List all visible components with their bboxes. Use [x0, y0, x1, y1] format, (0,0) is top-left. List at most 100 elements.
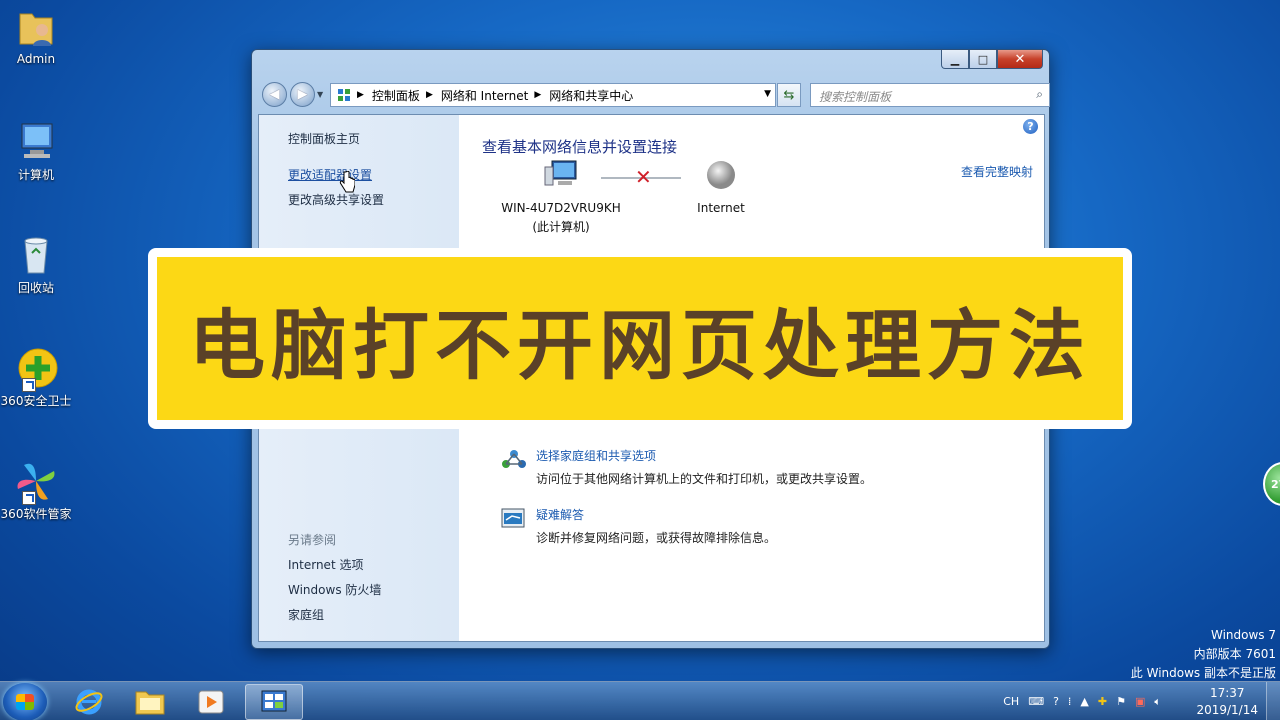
close-button[interactable]: ✕ [997, 50, 1043, 69]
media-player-icon [198, 690, 224, 714]
control-panel-window-icon [261, 690, 287, 712]
help-button[interactable]: ? [1023, 119, 1038, 134]
troubleshoot-icon [501, 508, 525, 528]
window-controls: ▁ □ ✕ [941, 50, 1043, 69]
maximize-icon: □ [977, 52, 989, 66]
watermark-line: 内部版本 7601 [1193, 647, 1276, 661]
shortcut-arrow-icon [22, 378, 36, 392]
globe-icon[interactable] [705, 159, 737, 191]
desktop-icon-label: Admin [16, 52, 56, 66]
navigation-bar: ◀ ▶ ▼ ▶ 控制面板 ▶ 网络和 Internet ▶ 网络和共享中心 ▼ … [260, 80, 1050, 108]
desktop-icon-360-software[interactable]: 360软件管家 [0, 459, 72, 522]
homegroup-icon [502, 450, 526, 468]
system-clock[interactable]: 17:37 2019/1/14 [1196, 685, 1258, 719]
360-tray-icon[interactable]: ✚ [1098, 695, 1107, 708]
360-software-manager-icon [14, 459, 58, 505]
title-banner: 电脑打不开网页处理方法 [148, 248, 1132, 429]
this-computer-icon[interactable] [544, 159, 580, 189]
360-safe-icon [14, 346, 58, 392]
banner-title: 电脑打不开网页处理方法 [189, 300, 1091, 390]
link-control-panel-home[interactable]: 控制面板主页 [288, 130, 360, 147]
link-view-full-map[interactable]: 查看完整映射 [961, 163, 1033, 180]
history-dropdown-icon[interactable]: ▼ [317, 90, 323, 99]
side-gadget-text: 27 [1271, 478, 1280, 491]
volume-icon[interactable]: 🔈︎ [1154, 695, 1161, 709]
language-indicator[interactable]: CH [1003, 695, 1019, 708]
breadcrumb-separator-icon: ▶ [534, 90, 542, 100]
clock-date: 2019/1/14 [1196, 703, 1258, 717]
taskbar-control-panel[interactable] [245, 684, 303, 720]
side-gadget[interactable]: 27 [1263, 462, 1280, 506]
search-input[interactable]: 搜索控制面板 ⌕ [810, 83, 1050, 107]
forward-button[interactable]: ▶ [290, 82, 315, 107]
breadcrumb-separator-icon: ▶ [357, 90, 364, 100]
desktop-icon-360-safe[interactable]: 360安全卫士 [0, 346, 72, 409]
help-icon: ? [1027, 120, 1034, 133]
windows-activation-watermark: Windows 7 内部版本 7601 此 Windows 副本不是正版 [1131, 626, 1276, 683]
control-panel-icon [338, 89, 350, 101]
desktop-icon-label: 计算机 [17, 168, 54, 182]
keyboard-icon[interactable]: ⌨ [1028, 695, 1044, 708]
refresh-icon: ⇆ [783, 87, 795, 103]
desktop-icon-computer[interactable]: 计算机 [0, 120, 72, 183]
taskbar-media-player[interactable] [182, 684, 240, 720]
desktop-icon-label: 360软件管家 [0, 507, 72, 521]
page-title: 查看基本网络信息并设置连接 [482, 138, 678, 156]
taskbar: CH ⌨ ? ⁞ ▲ ✚ ⚑ ▣ 🔈︎ 17:37 2019/1/14 [0, 681, 1280, 720]
link-change-adapter-settings[interactable]: 更改适配器设置 [288, 166, 372, 183]
task-description: 诊断并修复网络问题，或获得故障排除信息。 [536, 531, 777, 545]
minimize-button[interactable]: ▁ [941, 50, 969, 69]
desktop-icon-admin[interactable]: Admin [0, 6, 72, 66]
breadcrumb-separator-icon: ▶ [425, 90, 433, 100]
computer-subtitle: (此计算机) [532, 220, 590, 234]
internet-explorer-icon [75, 689, 103, 715]
task-description: 访问位于其他网络计算机上的文件和打印机，或更改共享设置。 [536, 472, 873, 486]
computer-icon [14, 120, 58, 164]
show-desktop-button[interactable] [1266, 682, 1280, 720]
connection-error-icon[interactable]: ✕ [635, 167, 652, 187]
link-homegroup[interactable]: 家庭组 [288, 606, 324, 623]
user-folder-icon [14, 6, 58, 50]
taskbar-explorer[interactable] [121, 684, 179, 720]
desktop-icon-label: 回收站 [17, 281, 54, 295]
watermark-line: Windows 7 [1210, 628, 1276, 642]
folder-icon [135, 691, 165, 715]
banner-background: 电脑打不开网页处理方法 [157, 257, 1123, 420]
maximize-button[interactable]: □ [969, 50, 997, 69]
start-button[interactable] [3, 683, 47, 720]
minimize-icon: ▁ [950, 52, 960, 66]
see-also-heading: 另请参阅 [288, 533, 337, 547]
action-center-icon[interactable]: ⚑ [1116, 695, 1126, 708]
shortcut-arrow-icon [22, 491, 36, 505]
hand-cursor-icon [339, 171, 355, 193]
refresh-button[interactable]: ⇆ [777, 83, 801, 107]
address-bar[interactable]: ▶ 控制面板 ▶ 网络和 Internet ▶ 网络和共享中心 ▼ [330, 83, 776, 107]
breadcrumb-network-sharing-center[interactable]: 网络和共享中心 [549, 87, 633, 104]
link-homegroup-sharing-options[interactable]: 选择家庭组和共享选项 [536, 447, 656, 464]
clock-time: 17:37 [1209, 686, 1245, 700]
network-error-icon[interactable]: ▣ [1135, 695, 1145, 708]
address-dropdown-icon[interactable]: ▼ [764, 89, 771, 99]
desktop-icon-label: 360安全卫士 [0, 394, 72, 408]
arrow-left-icon: ◀ [269, 87, 280, 102]
input-options-icon[interactable]: ⁞ [1068, 695, 1072, 708]
breadcrumb-network-internet[interactable]: 网络和 Internet [441, 87, 528, 104]
taskbar-internet-explorer[interactable] [60, 684, 118, 720]
internet-label: Internet [697, 201, 745, 215]
link-internet-options[interactable]: Internet 选项 [288, 556, 363, 573]
link-troubleshoot[interactable]: 疑难解答 [536, 506, 584, 523]
search-placeholder: 搜索控制面板 [819, 90, 892, 104]
close-icon: ✕ [1014, 51, 1026, 67]
arrow-right-icon: ▶ [297, 87, 308, 102]
recycle-bin-icon [14, 233, 58, 277]
desktop-icon-recycle-bin[interactable]: 回收站 [0, 233, 72, 296]
link-windows-firewall[interactable]: Windows 防火墙 [288, 581, 381, 598]
system-tray: CH ⌨ ? ⁞ ▲ ✚ ⚑ ▣ 🔈︎ [1003, 682, 1170, 720]
tray-expand-icon[interactable]: ▲ [1080, 695, 1088, 708]
link-change-advanced-sharing[interactable]: 更改高级共享设置 [288, 191, 384, 208]
help-circle-icon[interactable]: ? [1053, 695, 1059, 708]
back-button[interactable]: ◀ [262, 82, 287, 107]
breadcrumb-control-panel[interactable]: 控制面板 [372, 87, 420, 104]
computer-name: WIN-4U7D2VRU9KH [501, 201, 621, 215]
search-icon[interactable]: ⌕ [1036, 87, 1043, 102]
